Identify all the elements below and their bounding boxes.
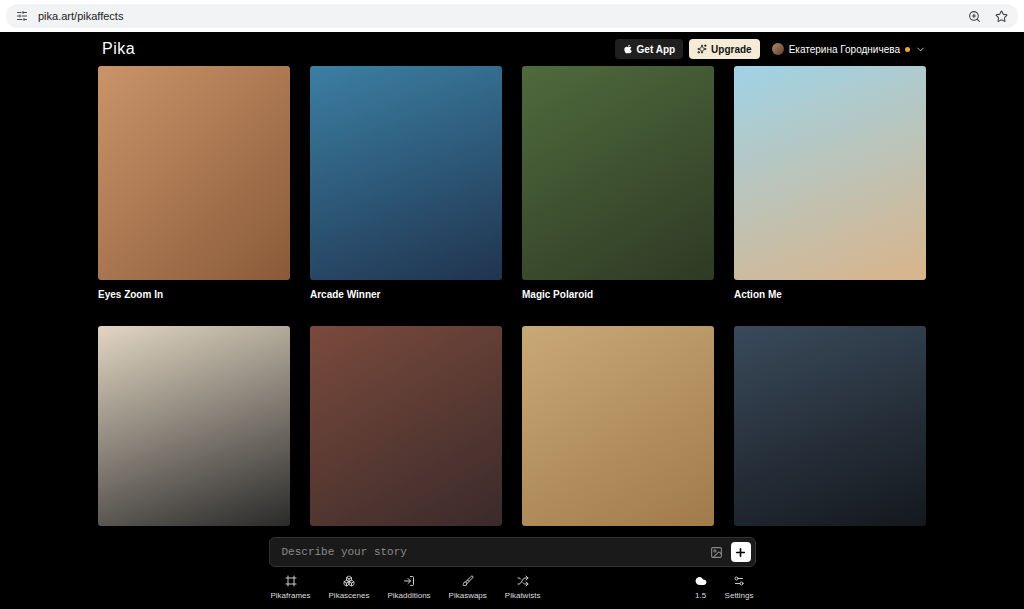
effect-preview[interactable] — [310, 326, 502, 526]
effect-card[interactable] — [310, 326, 502, 526]
effect-title: Arcade Winner — [310, 280, 502, 326]
effect-card[interactable]: Magic Polaroid — [522, 66, 714, 326]
tool-button[interactable]: Pikascenes — [327, 573, 372, 602]
chevron-down-icon — [915, 44, 926, 55]
effect-card[interactable]: Eyes Zoom In — [98, 66, 290, 326]
user-menu[interactable]: Екатерина Городничева — [772, 43, 926, 55]
bookmark-star-icon[interactable] — [995, 10, 1008, 23]
get-app-button[interactable]: Get App — [615, 39, 684, 59]
sparkles-icon — [697, 44, 707, 54]
prompt-bar — [269, 537, 756, 567]
effect-title: Eyes Zoom In — [98, 280, 290, 326]
tool-button[interactable]: Pikadditions — [385, 573, 432, 602]
cloud-icon — [695, 575, 707, 587]
effect-preview[interactable] — [98, 326, 290, 526]
url-text[interactable]: pika.art/pikaffects — [38, 10, 958, 22]
zoom-icon[interactable] — [968, 10, 981, 23]
tool-button[interactable]: Pikaframes — [269, 573, 313, 602]
effect-preview[interactable] — [734, 326, 926, 526]
effect-title: Magic Polaroid — [522, 280, 714, 326]
tool-icon — [403, 575, 415, 587]
site-settings-icon[interactable] — [16, 10, 28, 22]
effect-preview[interactable] — [734, 66, 926, 280]
effect-preview[interactable] — [522, 326, 714, 526]
tool-icon — [285, 575, 297, 587]
prompt-input[interactable] — [280, 545, 702, 559]
tool-button[interactable]: Pikaswaps — [447, 573, 489, 602]
upgrade-button[interactable]: Upgrade — [689, 39, 760, 59]
browser-toolbar: pika.art/pikaffects — [0, 0, 1024, 32]
effect-preview[interactable] — [522, 66, 714, 280]
settings-icon — [733, 575, 745, 587]
tool-icon — [517, 575, 529, 587]
effect-card[interactable] — [98, 326, 290, 526]
pika-logo[interactable]: Pika — [102, 40, 135, 58]
tool-nav: Pikaframes Pikascenes Pikadditions Pikaswap… — [269, 567, 756, 602]
tool-icon — [343, 575, 355, 587]
effects-row: Eyes Zoom In Arcade Winner Magic Polaroid A… — [98, 66, 926, 326]
apple-icon — [623, 44, 633, 54]
address-bar[interactable]: pika.art/pikaffects — [6, 4, 1018, 28]
settings-button[interactable]: Settings — [723, 573, 756, 602]
effect-card[interactable]: Action Me — [734, 66, 926, 326]
effect-card[interactable] — [734, 326, 926, 526]
plus-icon — [734, 546, 747, 559]
effect-card[interactable]: Arcade Winner — [310, 66, 502, 326]
image-upload-icon[interactable] — [710, 546, 723, 559]
submit-button[interactable] — [731, 542, 751, 562]
effect-preview[interactable] — [98, 66, 290, 280]
effect-card[interactable] — [522, 326, 714, 526]
notification-dot — [905, 47, 910, 52]
user-name: Екатерина Городничева — [789, 44, 900, 55]
effect-title: Action Me — [734, 280, 926, 326]
model-button[interactable]: 1.5 — [693, 573, 709, 602]
browser-window: pika.art/pikaffects Pika Get AppUpgrade Ека… — [0, 0, 1024, 609]
tool-icon — [462, 575, 474, 587]
effect-preview[interactable] — [310, 66, 502, 280]
bottom-dock: Pikaframes Pikascenes Pikadditions Pikaswap… — [269, 537, 756, 602]
page: Pika Get AppUpgrade Екатерина Городничева E… — [98, 32, 926, 526]
effects-row — [98, 326, 926, 526]
user-avatar — [772, 43, 784, 55]
site-header: Pika Get AppUpgrade Екатерина Городничева — [98, 32, 926, 66]
tool-button[interactable]: Pikatwists — [503, 573, 543, 602]
